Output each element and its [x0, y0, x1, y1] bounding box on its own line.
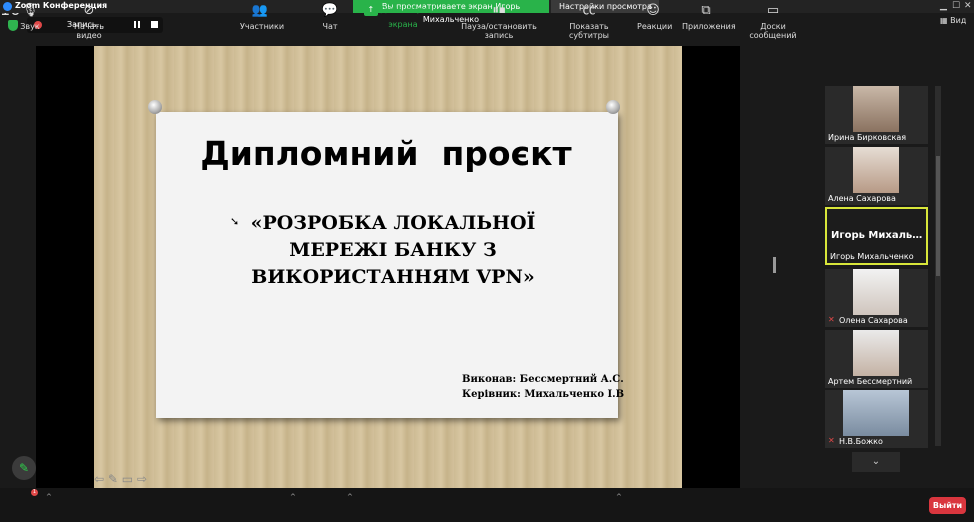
participants-icon: 👥: [251, 3, 269, 18]
participant-name: Олена Сахарова: [839, 316, 908, 325]
video-off-icon: ⊘: [83, 3, 95, 18]
chat-label: Чат: [322, 22, 338, 31]
chat-button[interactable]: 💬 Чат: [320, 3, 340, 32]
participant-tile[interactable]: Алена Сахарова: [825, 147, 928, 205]
audio-options-caret-icon[interactable]: ^: [46, 493, 52, 501]
splitter-handle[interactable]: [773, 257, 776, 273]
slide-navigation: ⇦ ✎ ▭ ⇨: [94, 472, 164, 488]
slide-paper: Дипломний проєкт ➘ «РОЗРОБКА ЛОКАЛЬНОЇ М…: [148, 100, 624, 418]
participant-display-name: Игорь Михаль…: [831, 230, 923, 241]
meeting-toolbar: [0, 488, 974, 522]
apps-button[interactable]: ⧉ Приложения: [682, 3, 736, 32]
reactions-icon: ☺: [646, 3, 660, 18]
view-button-label: Вид: [950, 16, 967, 25]
pushpin-left-icon: [148, 100, 162, 114]
participant-name: Игорь Михальченко: [830, 252, 914, 261]
participant-video: [853, 147, 899, 193]
grid-icon: ▦: [940, 16, 948, 25]
participant-video: [853, 86, 899, 132]
whiteboards-label: Доски сообщений: [749, 22, 797, 40]
whiteboard-icon: ▭: [766, 3, 780, 18]
slide-title: Дипломний проєкт: [200, 134, 572, 173]
participant-tile[interactable]: ✕ Н.В.Божко: [825, 390, 928, 448]
chat-caret-icon[interactable]: ^: [347, 493, 353, 501]
pause-stop-recording-button[interactable]: ⏸⏹ Пауза/остановить запись: [452, 3, 546, 41]
more-participants-button[interactable]: ⌄: [852, 452, 900, 472]
start-video-label: Начать видео: [74, 22, 104, 40]
security-shield-icon[interactable]: [8, 20, 18, 31]
participants-caret-icon[interactable]: ^: [290, 493, 296, 501]
scrollbar-thumb[interactable]: [936, 156, 940, 276]
maximize-button[interactable]: ☐: [952, 0, 960, 12]
participant-name: Н.В.Божко: [839, 437, 883, 446]
slide-subtitle: «РОЗРОБКА ЛОКАЛЬНОЇ МЕРЕЖІ БАНКУ З ВИКОР…: [250, 212, 536, 288]
audio-alert-badge: 1: [31, 489, 38, 496]
next-slide-icon[interactable]: ⇨: [137, 472, 147, 486]
participant-tile[interactable]: ✕ Олена Сахарова: [825, 269, 928, 327]
reactions-button[interactable]: ☺ Реакции: [637, 3, 673, 32]
start-video-button[interactable]: ⊘ Начать видео: [62, 3, 116, 41]
participant-video: [853, 330, 899, 376]
pushpin-right-icon: [606, 100, 620, 114]
share-screen-button[interactable]: ↑ Демонстрация экрана: [362, 4, 444, 29]
chevron-down-icon: ⌄: [871, 456, 881, 467]
audio-label: Звук: [20, 22, 40, 31]
participant-video: [843, 390, 909, 436]
captions-label: Показать субтитры: [569, 22, 609, 40]
muted-mic-icon: ✕: [828, 436, 835, 445]
leave-button[interactable]: Выйти: [929, 497, 966, 514]
audio-button[interactable]: 🎙 Звук: [18, 3, 42, 32]
minimize-button[interactable]: ▁: [940, 0, 947, 12]
slide-authors: Виконав: Бессмертний А.С. Керівник: Миха…: [462, 372, 624, 402]
view-button[interactable]: ▦ Вид: [940, 16, 966, 25]
participants-button[interactable]: 👥 Участники: [240, 3, 284, 32]
slide-author: Виконав: Бессмертний А.С.: [462, 374, 624, 385]
stop-recording-icon[interactable]: [151, 21, 158, 28]
participant-tile[interactable]: Артем Бессмертний: [825, 330, 928, 388]
apps-label: Приложения: [682, 22, 736, 31]
participant-name: Ирина Бирковская: [828, 133, 907, 142]
slide-supervisor: Керівник: Михальченко І.В: [462, 389, 625, 400]
pause-recording-icon[interactable]: [134, 21, 140, 28]
pen-icon[interactable]: ✎: [108, 472, 118, 486]
participants-label: Участники: [240, 22, 285, 31]
reactions-label: Реакции: [637, 22, 673, 31]
participants-scrollbar[interactable]: [935, 86, 941, 446]
participant-tile[interactable]: Ирина Бирковская: [825, 86, 928, 144]
captions-button[interactable]: ㏄ Показать субтитры: [553, 3, 625, 41]
share-screen-label: Демонстрация экрана: [380, 5, 443, 29]
presentation-slide: Дипломний проєкт ➘ «РОЗРОБКА ЛОКАЛЬНОЇ М…: [94, 46, 682, 488]
slide-menu-icon[interactable]: ▭: [122, 472, 133, 486]
microphone-icon: 🎙: [21, 3, 39, 18]
zoom-logo-icon: [3, 2, 12, 11]
muted-mic-icon: ✕: [828, 315, 835, 324]
chat-icon: 💬: [321, 3, 339, 18]
closed-captions-icon: ㏄: [582, 3, 596, 18]
participant-name: Артем Бессмертний: [828, 377, 913, 386]
whiteboards-button[interactable]: ▭ Доски сообщений: [740, 3, 806, 41]
participant-name: Алена Сахарова: [828, 194, 896, 203]
share-screen-icon: ↑: [363, 4, 378, 16]
participant-video: [853, 269, 899, 315]
captions-caret-icon[interactable]: ^: [616, 493, 622, 501]
close-button[interactable]: ✕: [964, 0, 972, 12]
recording-controls-label: Пауза/остановить запись: [461, 22, 537, 40]
apps-icon: ⧉: [701, 3, 711, 18]
pause-stop-icon: ⏸⏹: [492, 3, 506, 18]
participant-tile-active-speaker[interactable]: Игорь Михаль… Игорь Михальченко: [825, 207, 928, 265]
prev-slide-icon[interactable]: ⇦: [94, 472, 104, 486]
annotate-pencil-icon[interactable]: ✎: [12, 456, 36, 480]
